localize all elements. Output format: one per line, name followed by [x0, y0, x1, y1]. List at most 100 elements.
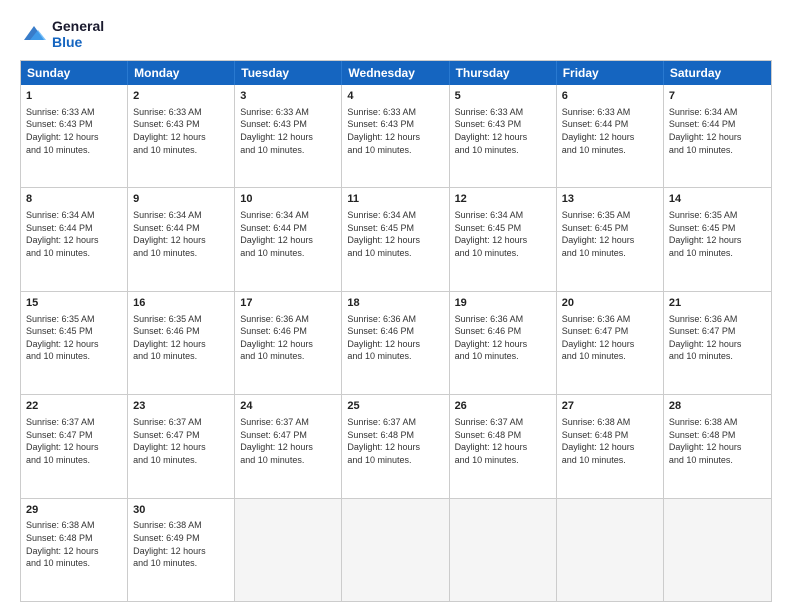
calendar-cell-26: 26 Sunrise: 6:37 AM Sunset: 6:48 PM Dayli…	[450, 395, 557, 497]
calendar-cell-4: 4 Sunrise: 6:33 AM Sunset: 6:43 PM Daylig…	[342, 85, 449, 187]
calendar-cell-30: 30Sunrise: 6:38 AM Sunset: 6:49 PM Dayli…	[128, 499, 235, 601]
calendar-cell-28: 28 Sunrise: 6:38 AM Sunset: 6:48 PM Dayli…	[664, 395, 771, 497]
cell-info: Sunrise: 6:33 AM Sunset: 6:43 PM Dayligh…	[347, 106, 443, 156]
calendar-row-3: 15 Sunrise: 6:35 AM Sunset: 6:45 PM Dayli…	[21, 291, 771, 394]
day-number: 23	[133, 399, 229, 414]
calendar-cell-empty	[235, 499, 342, 601]
cell-info: Sunrise: 6:33 AM Sunset: 6:43 PM Dayligh…	[133, 106, 229, 156]
calendar-cell-empty	[450, 499, 557, 601]
cell-info: Sunrise: 6:35 AM Sunset: 6:45 PM Dayligh…	[669, 209, 766, 259]
header: General Blue	[20, 18, 772, 50]
cell-info: Sunrise: 6:37 AM Sunset: 6:47 PM Dayligh…	[133, 416, 229, 466]
cell-info: Sunrise: 6:34 AM Sunset: 6:44 PM Dayligh…	[133, 209, 229, 259]
page: General Blue SundayMondayTuesdayWednesda…	[0, 0, 792, 612]
header-day-thursday: Thursday	[450, 61, 557, 85]
cell-info: Sunrise: 6:38 AM Sunset: 6:48 PM Dayligh…	[669, 416, 766, 466]
day-number: 12	[455, 192, 551, 207]
day-number: 7	[669, 89, 766, 104]
day-number: 20	[562, 296, 658, 311]
cell-info: Sunrise: 6:35 AM Sunset: 6:46 PM Dayligh…	[133, 313, 229, 363]
header-day-monday: Monday	[128, 61, 235, 85]
header-day-sunday: Sunday	[21, 61, 128, 85]
cell-info: Sunrise: 6:38 AM Sunset: 6:48 PM Dayligh…	[562, 416, 658, 466]
day-number: 25	[347, 399, 443, 414]
logo-icon	[20, 20, 48, 48]
calendar-row-1: 1 Sunrise: 6:33 AM Sunset: 6:43 PM Daylig…	[21, 85, 771, 187]
cell-info: Sunrise: 6:37 AM Sunset: 6:47 PM Dayligh…	[26, 416, 122, 466]
calendar-cell-23: 23 Sunrise: 6:37 AM Sunset: 6:47 PM Dayli…	[128, 395, 235, 497]
cell-info: Sunrise: 6:36 AM Sunset: 6:46 PM Dayligh…	[347, 313, 443, 363]
day-number: 13	[562, 192, 658, 207]
calendar-cell-2: 2 Sunrise: 6:33 AM Sunset: 6:43 PM Daylig…	[128, 85, 235, 187]
day-number: 15	[26, 296, 122, 311]
day-number: 19	[455, 296, 551, 311]
day-number: 29	[26, 503, 122, 518]
cell-info: Sunrise: 6:34 AM Sunset: 6:44 PM Dayligh…	[669, 106, 766, 156]
calendar-row-2: 8 Sunrise: 6:34 AM Sunset: 6:44 PM Daylig…	[21, 187, 771, 290]
calendar-cell-8: 8 Sunrise: 6:34 AM Sunset: 6:44 PM Daylig…	[21, 188, 128, 290]
header-day-friday: Friday	[557, 61, 664, 85]
logo-text: General Blue	[52, 18, 104, 50]
cell-info: Sunrise: 6:34 AM Sunset: 6:45 PM Dayligh…	[455, 209, 551, 259]
calendar-cell-19: 19Sunrise: 6:36 AM Sunset: 6:46 PM Dayli…	[450, 292, 557, 394]
day-number: 11	[347, 192, 443, 207]
cell-info: Sunrise: 6:36 AM Sunset: 6:47 PM Dayligh…	[562, 313, 658, 363]
day-number: 8	[26, 192, 122, 207]
calendar-body: 1 Sunrise: 6:33 AM Sunset: 6:43 PM Daylig…	[21, 85, 771, 601]
day-number: 21	[669, 296, 766, 311]
day-number: 27	[562, 399, 658, 414]
cell-info: Sunrise: 6:36 AM Sunset: 6:47 PM Dayligh…	[669, 313, 766, 363]
cell-info: Sunrise: 6:35 AM Sunset: 6:45 PM Dayligh…	[26, 313, 122, 363]
cell-info: Sunrise: 6:33 AM Sunset: 6:43 PM Dayligh…	[240, 106, 336, 156]
day-number: 28	[669, 399, 766, 414]
cell-info: Sunrise: 6:37 AM Sunset: 6:48 PM Dayligh…	[347, 416, 443, 466]
calendar-cell-17: 17Sunrise: 6:36 AM Sunset: 6:46 PM Dayli…	[235, 292, 342, 394]
header-day-saturday: Saturday	[664, 61, 771, 85]
cell-info: Sunrise: 6:34 AM Sunset: 6:44 PM Dayligh…	[240, 209, 336, 259]
cell-info: Sunrise: 6:33 AM Sunset: 6:43 PM Dayligh…	[26, 106, 122, 156]
day-number: 9	[133, 192, 229, 207]
cell-info: Sunrise: 6:34 AM Sunset: 6:45 PM Dayligh…	[347, 209, 443, 259]
calendar-cell-5: 5 Sunrise: 6:33 AM Sunset: 6:43 PM Daylig…	[450, 85, 557, 187]
calendar-cell-empty	[557, 499, 664, 601]
day-number: 2	[133, 89, 229, 104]
day-number: 18	[347, 296, 443, 311]
calendar-cell-22: 22 Sunrise: 6:37 AM Sunset: 6:47 PM Dayli…	[21, 395, 128, 497]
calendar-cell-3: 3 Sunrise: 6:33 AM Sunset: 6:43 PM Daylig…	[235, 85, 342, 187]
calendar-cell-7: 7 Sunrise: 6:34 AM Sunset: 6:44 PM Daylig…	[664, 85, 771, 187]
cell-info: Sunrise: 6:36 AM Sunset: 6:46 PM Dayligh…	[240, 313, 336, 363]
calendar-cell-29: 29Sunrise: 6:38 AM Sunset: 6:48 PM Dayli…	[21, 499, 128, 601]
calendar: SundayMondayTuesdayWednesdayThursdayFrid…	[20, 60, 772, 602]
day-number: 16	[133, 296, 229, 311]
calendar-cell-20: 20 Sunrise: 6:36 AM Sunset: 6:47 PM Dayli…	[557, 292, 664, 394]
calendar-cell-27: 27 Sunrise: 6:38 AM Sunset: 6:48 PM Dayli…	[557, 395, 664, 497]
cell-info: Sunrise: 6:38 AM Sunset: 6:48 PM Dayligh…	[26, 519, 122, 569]
calendar-row-5: 29Sunrise: 6:38 AM Sunset: 6:48 PM Dayli…	[21, 498, 771, 601]
day-number: 26	[455, 399, 551, 414]
logo: General Blue	[20, 18, 104, 50]
day-number: 4	[347, 89, 443, 104]
cell-info: Sunrise: 6:33 AM Sunset: 6:44 PM Dayligh…	[562, 106, 658, 156]
day-number: 3	[240, 89, 336, 104]
calendar-cell-empty	[342, 499, 449, 601]
day-number: 10	[240, 192, 336, 207]
cell-info: Sunrise: 6:37 AM Sunset: 6:47 PM Dayligh…	[240, 416, 336, 466]
calendar-cell-16: 16 Sunrise: 6:35 AM Sunset: 6:46 PM Dayli…	[128, 292, 235, 394]
day-number: 30	[133, 503, 229, 518]
cell-info: Sunrise: 6:37 AM Sunset: 6:48 PM Dayligh…	[455, 416, 551, 466]
calendar-cell-12: 12 Sunrise: 6:34 AM Sunset: 6:45 PM Dayli…	[450, 188, 557, 290]
calendar-cell-14: 14Sunrise: 6:35 AM Sunset: 6:45 PM Dayli…	[664, 188, 771, 290]
cell-info: Sunrise: 6:33 AM Sunset: 6:43 PM Dayligh…	[455, 106, 551, 156]
header-day-wednesday: Wednesday	[342, 61, 449, 85]
calendar-cell-25: 25 Sunrise: 6:37 AM Sunset: 6:48 PM Dayli…	[342, 395, 449, 497]
day-number: 1	[26, 89, 122, 104]
cell-info: Sunrise: 6:35 AM Sunset: 6:45 PM Dayligh…	[562, 209, 658, 259]
day-number: 22	[26, 399, 122, 414]
day-number: 6	[562, 89, 658, 104]
calendar-header-row: SundayMondayTuesdayWednesdayThursdayFrid…	[21, 61, 771, 85]
header-day-tuesday: Tuesday	[235, 61, 342, 85]
day-number: 5	[455, 89, 551, 104]
cell-info: Sunrise: 6:34 AM Sunset: 6:44 PM Dayligh…	[26, 209, 122, 259]
calendar-cell-24: 24Sunrise: 6:37 AM Sunset: 6:47 PM Dayli…	[235, 395, 342, 497]
calendar-cell-11: 11 Sunrise: 6:34 AM Sunset: 6:45 PM Dayli…	[342, 188, 449, 290]
